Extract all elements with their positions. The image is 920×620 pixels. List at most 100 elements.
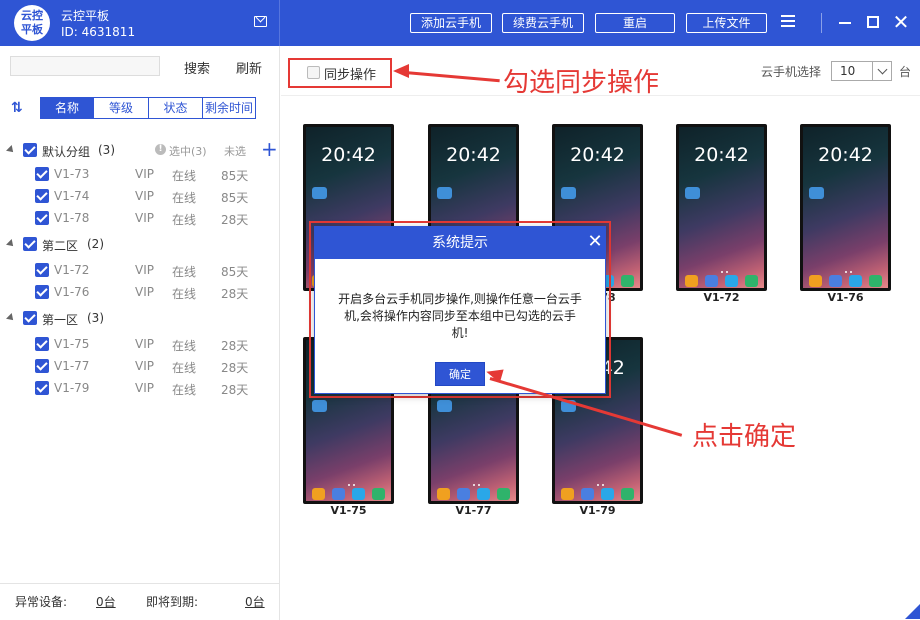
renew-cloud-phone-button[interactable]: 续费云手机 (502, 13, 584, 33)
device-status: 在线 (172, 191, 197, 205)
window-close-icon[interactable]: ✕ (892, 12, 910, 32)
mail-icon[interactable] (254, 16, 267, 27)
device-row[interactable]: V1-76 VIP 在线 28天 (0, 282, 279, 304)
phone-count-unit: 台 (899, 65, 912, 79)
group-checkbox[interactable] (23, 237, 37, 251)
device-row[interactable]: V1-75 VIP 在线 28天 (0, 334, 279, 356)
device-days-left: 28天 (221, 213, 249, 227)
phone-count-select[interactable]: 10 (831, 61, 892, 81)
abnormal-devices-count[interactable]: 0台 (96, 593, 116, 610)
app-icon (849, 275, 862, 287)
phone-clock: 20:42 (818, 144, 873, 166)
device-level: VIP (135, 211, 154, 225)
group-name: 第二区 (42, 239, 79, 253)
unselected-filter[interactable]: 未选 (224, 143, 246, 159)
annotation-sync-text: 勾选同步操作 (503, 68, 660, 98)
title-bar: 云控 平板 云控平板 ID: 4631811 添加云手机 续费云手机 重启 上传… (0, 0, 920, 46)
expiring-devices-count[interactable]: 0台 (245, 593, 265, 610)
app-icon (725, 275, 738, 287)
dialog-ok-button[interactable]: 确定 (435, 362, 485, 386)
expand-caret-icon[interactable] (6, 145, 16, 155)
phone-status-bar (679, 127, 764, 135)
app-icon (457, 488, 470, 500)
sort-tab-remaining-time[interactable]: 剩余时间 (202, 97, 256, 119)
menu-icon[interactable] (781, 15, 795, 27)
annotation-arrowhead-sync (393, 64, 409, 78)
device-checkbox[interactable] (35, 211, 49, 225)
expiring-devices-label: 即将到期: (146, 595, 199, 609)
logo-line-2: 平板 (21, 23, 43, 36)
phone-status-bar (306, 127, 391, 135)
expand-caret-icon[interactable] (6, 239, 16, 249)
device-checkbox[interactable] (35, 189, 49, 203)
phone-status-bar (431, 127, 516, 135)
phone-clock: 20:42 (570, 144, 625, 166)
sidebar: 搜索 刷新 ⇅ 名称 等级 状态 剩余时间 默认分组 (3) ! 选中(3) 未… (0, 46, 280, 620)
group-row[interactable]: 第一区 (3) (0, 308, 279, 330)
search-input[interactable] (10, 56, 160, 76)
device-checkbox[interactable] (35, 167, 49, 181)
app-icon (581, 488, 594, 500)
cloud-phone-screen[interactable]: 20:42 (676, 124, 767, 291)
device-checkbox[interactable] (35, 337, 49, 351)
device-checkbox[interactable] (35, 285, 49, 299)
app-icon (621, 488, 634, 500)
upload-file-button[interactable]: 上传文件 (686, 13, 767, 33)
chevron-down-icon[interactable] (872, 62, 892, 80)
device-row[interactable]: V1-79 VIP 在线 28天 (0, 378, 279, 400)
device-level: VIP (135, 167, 154, 181)
cloud-phone-screen[interactable]: 20:42 (800, 124, 891, 291)
maximize-icon[interactable] (867, 16, 879, 28)
device-name: V1-72 (54, 263, 90, 277)
device-row[interactable]: V1-77 VIP 在线 28天 (0, 356, 279, 378)
device-days-left: 28天 (221, 383, 249, 397)
group-checkbox[interactable] (23, 143, 37, 157)
device-checkbox[interactable] (35, 263, 49, 277)
phone-dock (310, 488, 390, 501)
add-group-icon[interactable]: + (261, 139, 278, 159)
selected-count[interactable]: 选中(3) (169, 143, 207, 159)
group-checkbox[interactable] (23, 311, 37, 325)
device-checkbox[interactable] (35, 381, 49, 395)
sync-operation-checkbox[interactable] (307, 66, 320, 79)
sort-tab-level[interactable]: 等级 (93, 97, 149, 119)
device-name: V1-78 (54, 211, 90, 225)
cloud-phone-label: V1-75 (330, 504, 367, 517)
device-row[interactable]: V1-78 VIP 在线 28天 (0, 208, 279, 230)
group-row[interactable]: 第二区 (2) (0, 234, 279, 256)
app-icon (601, 488, 614, 500)
sort-tab-status[interactable]: 状态 (148, 97, 203, 119)
device-row[interactable]: V1-72 VIP 在线 85天 (0, 260, 279, 282)
sort-order-icon[interactable]: ⇅ (11, 100, 29, 116)
expand-caret-icon[interactable] (6, 313, 16, 323)
device-level: VIP (135, 263, 154, 277)
phone-dock (435, 488, 515, 501)
device-checkbox[interactable] (35, 359, 49, 373)
sync-operation-label[interactable]: 同步操作 (324, 64, 376, 83)
device-row[interactable]: V1-73 VIP 在线 85天 (0, 164, 279, 186)
minimize-icon[interactable] (839, 22, 851, 24)
weather-widget-icon (312, 400, 327, 412)
phone-count-select-label: 云手机选择 (761, 65, 822, 79)
refresh-button[interactable]: 刷新 (236, 58, 262, 77)
dialog-close-icon[interactable]: ✕ (587, 230, 603, 254)
weather-widget-icon (561, 187, 576, 199)
page-indicator (346, 484, 358, 486)
corner-resize-mark[interactable] (905, 604, 920, 619)
device-days-left: 28天 (221, 287, 249, 301)
sort-tab-name[interactable]: 名称 (40, 97, 94, 119)
restart-button[interactable]: 重启 (595, 13, 675, 33)
phone-status-bar (803, 127, 888, 135)
search-button[interactable]: 搜索 (184, 58, 210, 77)
app-icon (705, 275, 718, 287)
device-level: VIP (135, 285, 154, 299)
sync-operation-highlight[interactable]: 同步操作 (288, 58, 392, 88)
add-cloud-phone-button[interactable]: 添加云手机 (410, 13, 492, 33)
weather-widget-icon (437, 187, 452, 199)
device-name: V1-73 (54, 167, 90, 181)
app-icon (352, 488, 365, 500)
device-row[interactable]: V1-74 VIP 在线 85天 (0, 186, 279, 208)
group-row[interactable]: 默认分组 (3) ! 选中(3) 未选 + (0, 139, 279, 162)
dialog-message: 开启多台云手机同步操作,则操作任意一台云手机,会将操作内容同步至本组中已勾选的云… (338, 292, 582, 340)
device-status: 在线 (172, 361, 197, 375)
